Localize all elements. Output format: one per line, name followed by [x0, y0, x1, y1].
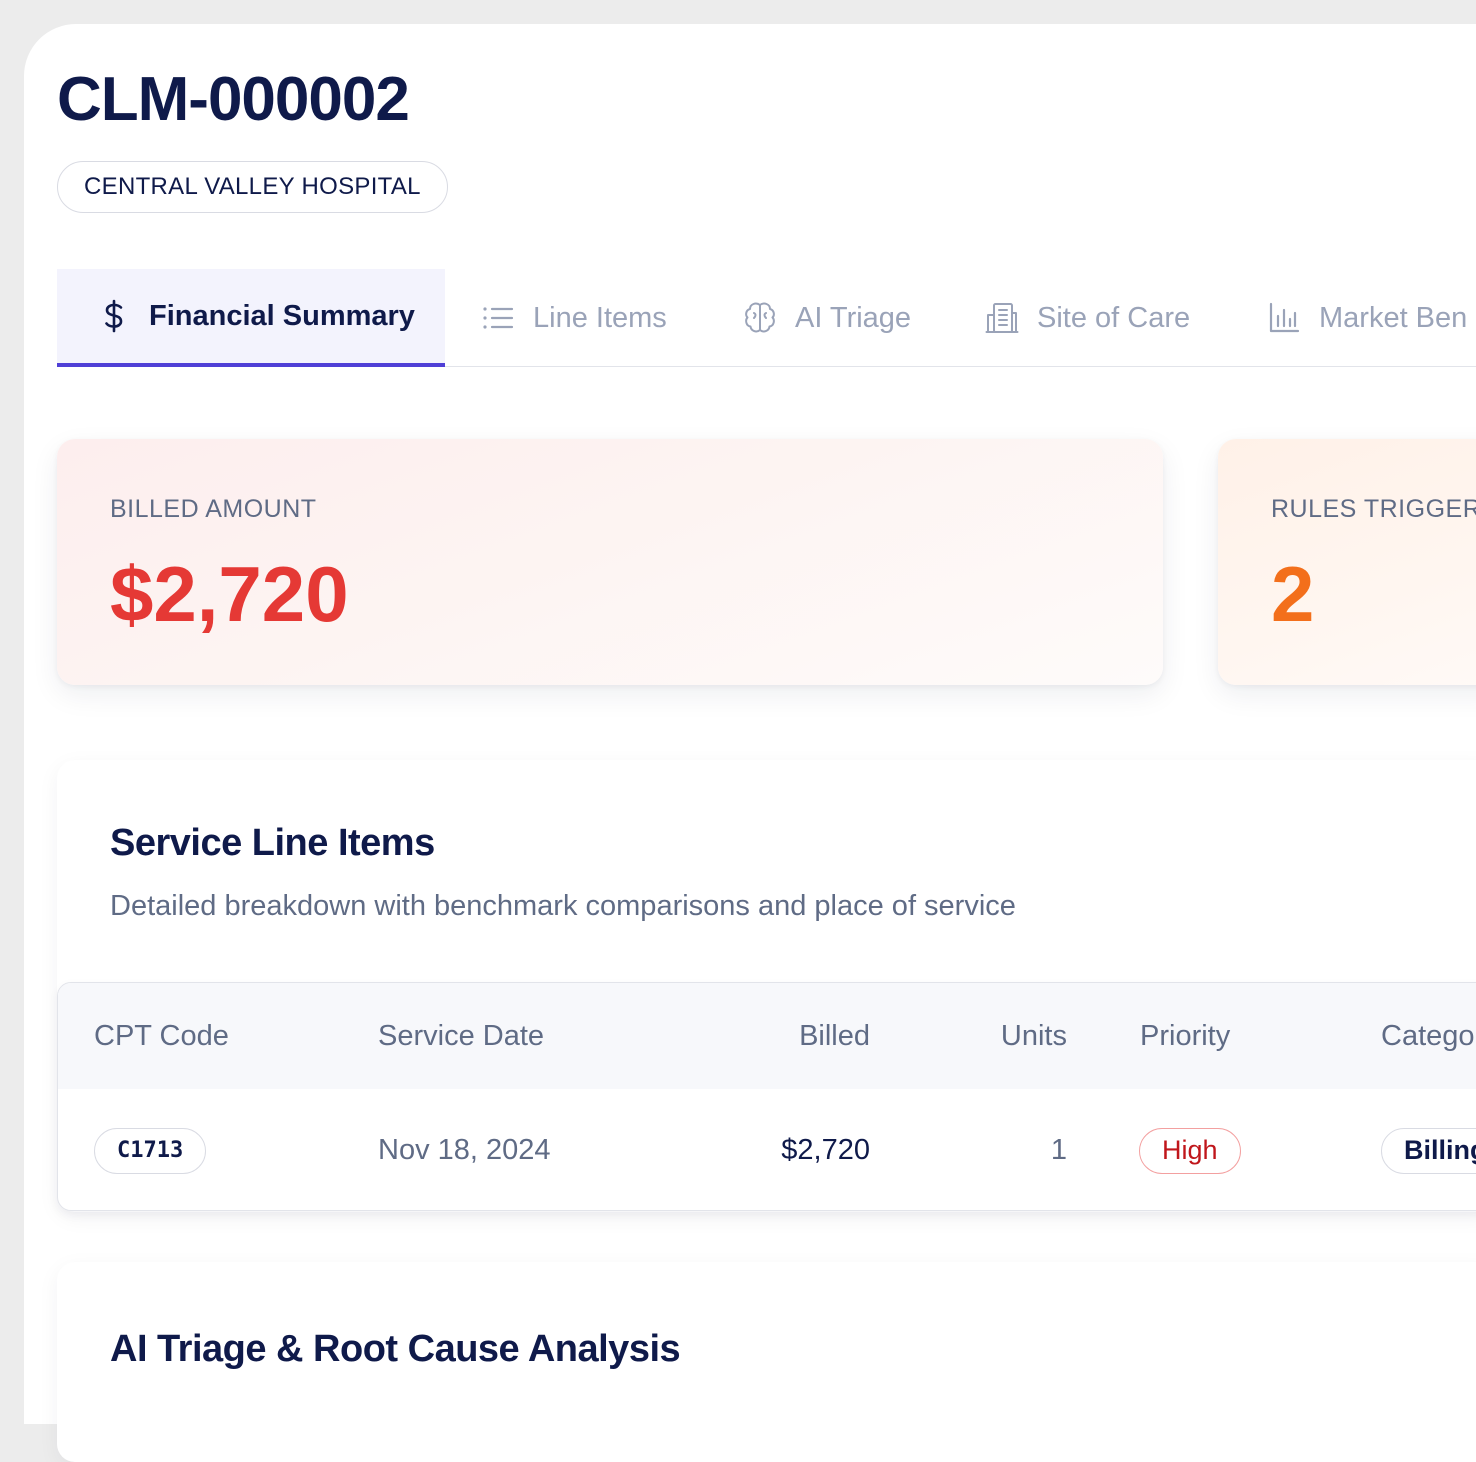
rules-triggered-label: RULES TRIGGERE	[1271, 495, 1476, 523]
tab-financial-summary[interactable]: Financial Summary	[57, 269, 445, 367]
tab-label: Market Ben	[1319, 301, 1468, 334]
category-badge: Billing	[1381, 1127, 1476, 1174]
provider-badge: CENTRAL VALLEY HOSPITAL	[57, 161, 448, 213]
priority-badge: High	[1139, 1127, 1241, 1174]
category-cell: Billing	[1381, 1089, 1476, 1210]
column-header-units[interactable]: Units	[1001, 983, 1067, 1089]
section-title: Service Line Items	[110, 822, 435, 864]
priority-cell: High	[1139, 1089, 1241, 1210]
cpt-code-cell: C1713	[94, 1089, 207, 1210]
billed-amount-card: BILLED AMOUNT $2,720	[57, 439, 1163, 685]
dollar-icon	[97, 299, 131, 333]
tab-label: Site of Care	[1037, 301, 1191, 334]
brain-icon	[743, 301, 777, 335]
cpt-code-badge: C1713	[94, 1127, 207, 1174]
column-header-service-date[interactable]: Service Date	[378, 983, 544, 1089]
section-title: AI Triage & Root Cause Analysis	[110, 1328, 681, 1370]
service-date-cell: Nov 18, 2024	[378, 1134, 551, 1166]
column-header-cpt-code[interactable]: CPT Code	[94, 983, 229, 1089]
building-icon	[985, 301, 1019, 335]
tab-label: Line Items	[533, 301, 667, 334]
tab-line-items[interactable]: Line Items	[481, 269, 667, 367]
tab-label: Financial Summary	[149, 299, 415, 332]
units-cell: 1	[1050, 1134, 1067, 1166]
section-subtitle: Detailed breakdown with benchmark compar…	[110, 890, 1016, 922]
rules-triggered-value: 2	[1271, 550, 1315, 638]
column-header-billed[interactable]: Billed	[799, 983, 870, 1089]
column-header-category[interactable]: Catego	[1381, 983, 1475, 1089]
billed-amount-value: $2,720	[110, 550, 349, 638]
bar-chart-icon	[1267, 301, 1301, 335]
list-icon	[481, 301, 515, 335]
ai-triage-card: AI Triage & Root Cause Analysis	[57, 1262, 1476, 1462]
billed-cell: $2,720	[781, 1134, 870, 1166]
claim-title: CLM-000002	[57, 65, 410, 134]
tab-bar: Financial Summary Line Items AI Triage S…	[57, 269, 1476, 367]
app-frame: CLM-000002 CENTRAL VALLEY HOSPITAL Finan…	[0, 0, 1476, 1462]
rules-triggered-card: RULES TRIGGERE 2	[1218, 439, 1476, 685]
claim-panel	[24, 24, 1476, 1424]
line-items-table: CPT Code Service Date Billed Units Prior…	[57, 982, 1476, 1211]
service-line-items-card: Service Line Items Detailed breakdown wi…	[57, 760, 1476, 1212]
tab-site-of-care[interactable]: Site of Care	[985, 269, 1190, 367]
table-row[interactable]: C1713 Nov 18, 2024 $2,720 1 High Billing	[58, 1089, 1476, 1210]
billed-amount-label: BILLED AMOUNT	[110, 495, 317, 523]
tab-market-benchmark[interactable]: Market Ben	[1267, 269, 1467, 367]
tab-ai-triage[interactable]: AI Triage	[743, 269, 911, 367]
table-header: CPT Code Service Date Billed Units Prior…	[58, 983, 1476, 1089]
column-header-priority[interactable]: Priority	[1140, 983, 1230, 1089]
tab-label: AI Triage	[795, 301, 912, 334]
